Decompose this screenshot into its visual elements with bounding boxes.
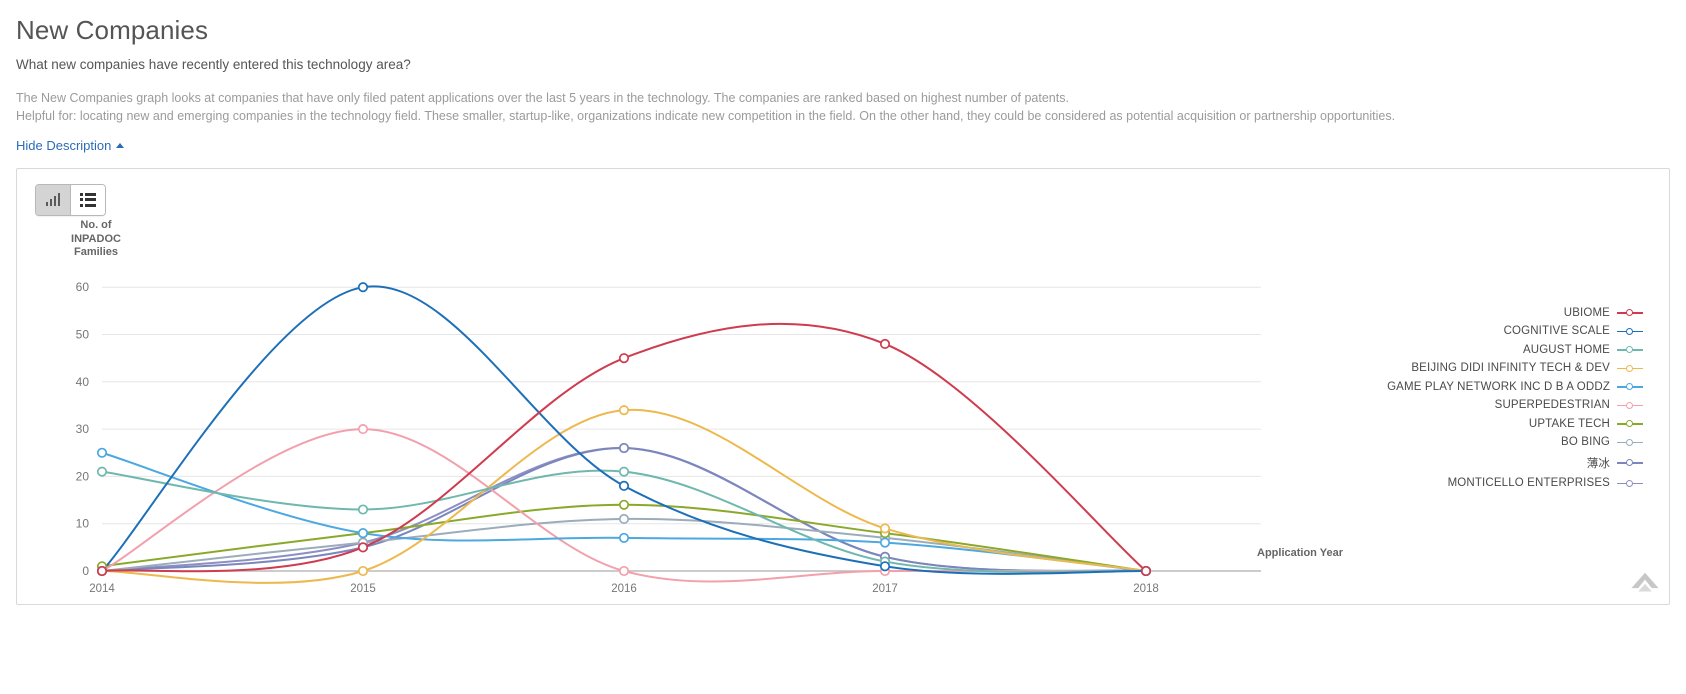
y-axis-tick-label: 30 (76, 422, 90, 436)
legend-item-label: BO BING (1561, 436, 1610, 449)
x-axis-tick-label: 2014 (89, 583, 115, 595)
legend-color-swatch-icon (1617, 326, 1643, 336)
series-point[interactable] (879, 561, 891, 572)
legend-color-swatch-icon (1617, 308, 1643, 318)
legend-color-swatch-icon (1617, 400, 1643, 410)
x-axis-tick-label: 2015 (350, 583, 376, 595)
legend-item[interactable]: AUGUST HOME (1523, 344, 1643, 356)
legend-item[interactable]: UPTAKE TECH (1529, 418, 1643, 430)
page-title: New Companies (16, 15, 209, 45)
series-point[interactable] (1140, 565, 1152, 576)
page-container: New Companies What new companies have re… (0, 0, 1686, 605)
legend-color-swatch-icon (1617, 345, 1643, 355)
page-subtitle: What new companies have recently entered… (16, 56, 411, 72)
legend-item[interactable]: SUPERPEDESTRIAN (1495, 399, 1643, 411)
series-point[interactable] (618, 405, 630, 416)
series-point[interactable] (96, 447, 108, 458)
series-point[interactable] (96, 565, 108, 576)
x-axis-tick-label: 2017 (872, 583, 898, 595)
series-point[interactable] (618, 499, 630, 510)
legend-item[interactable]: 薄冰 (1587, 455, 1643, 471)
series-point[interactable] (879, 523, 891, 534)
series-point[interactable] (879, 537, 891, 548)
series-point[interactable] (618, 353, 630, 364)
chevron-up-icon (116, 142, 125, 148)
y-axis-tick-label: 40 (76, 375, 90, 389)
legend-item-label: 薄冰 (1586, 457, 1610, 470)
legend-item[interactable]: BO BING (1561, 436, 1643, 448)
legend-color-swatch-icon (1617, 382, 1643, 392)
y-axis-tick-label: 10 (76, 517, 90, 531)
legend-color-swatch-icon (1617, 419, 1643, 429)
hide-description-label: Hide Description (16, 137, 112, 153)
legend-item[interactable]: GAME PLAY NETWORK INC D B A ODDZ (1387, 381, 1643, 393)
legend-item-label: UPTAKE TECH (1528, 417, 1610, 430)
y-axis-tick-label: 60 (76, 280, 90, 294)
series-line[interactable] (101, 285, 1147, 575)
legend-item[interactable]: COGNITIVE SCALE (1504, 325, 1643, 337)
series-point[interactable] (618, 532, 630, 543)
series-point[interactable] (357, 565, 369, 576)
series-point[interactable] (357, 528, 369, 539)
legend-color-swatch-icon (1617, 363, 1643, 373)
series-point[interactable] (618, 513, 630, 524)
series-point[interactable] (879, 338, 891, 349)
series-point[interactable] (618, 442, 630, 454)
legend-item-label: SUPERPEDESTRIAN (1494, 399, 1610, 412)
series-point[interactable] (618, 480, 630, 491)
y-axis-tick-label: 0 (82, 564, 89, 578)
legend-item[interactable]: UBIOME (1564, 307, 1643, 319)
legend-color-swatch-icon (1617, 437, 1643, 447)
legend-item-label: GAME PLAY NETWORK INC D B A ODDZ (1387, 380, 1610, 393)
corner-logo (1631, 572, 1659, 592)
series-point[interactable] (618, 466, 630, 477)
series-point[interactable] (357, 423, 369, 435)
series-point[interactable] (357, 504, 369, 515)
description-line-2: Helpful for: locating new and emerging c… (16, 108, 1396, 123)
legend-color-swatch-icon (1617, 478, 1643, 488)
legend-color-swatch-icon (1617, 458, 1643, 468)
x-axis-tick-label: 2018 (1133, 583, 1159, 595)
hide-description-toggle[interactable]: Hide Description (16, 137, 125, 153)
chart-legend: UBIOME COGNITIVE SCALE AUGUST HOME BEIJING … (1387, 307, 1643, 489)
legend-item-label: MONTICELLO ENTERPRISES (1447, 477, 1610, 490)
series-point[interactable] (357, 542, 369, 553)
y-axis-tick-label: 20 (76, 469, 90, 483)
legend-item-label: AUGUST HOME (1522, 343, 1610, 356)
page-description: The New Companies graph looks at compani… (16, 89, 1670, 125)
legend-item-label: COGNITIVE SCALE (1503, 325, 1610, 338)
legend-item-label: UBIOME (1563, 306, 1610, 319)
description-line-1: The New Companies graph looks at compani… (16, 90, 1069, 105)
y-axis-tick-label: 50 (76, 327, 90, 341)
series-point[interactable] (357, 282, 369, 293)
series-point[interactable] (96, 466, 108, 477)
legend-item[interactable]: BEIJING DIDI INFINITY TECH & DEV (1411, 362, 1643, 374)
series-line[interactable] (101, 408, 1147, 584)
x-axis-tick-label: 2016 (611, 583, 637, 595)
legend-item-label: BEIJING DIDI INFINITY TECH & DEV (1411, 362, 1610, 375)
chart-panel: No. of INPADOC Families Application Year… (16, 167, 1670, 605)
series-point[interactable] (618, 565, 630, 576)
legend-item[interactable]: MONTICELLO ENTERPRISES (1448, 477, 1643, 489)
